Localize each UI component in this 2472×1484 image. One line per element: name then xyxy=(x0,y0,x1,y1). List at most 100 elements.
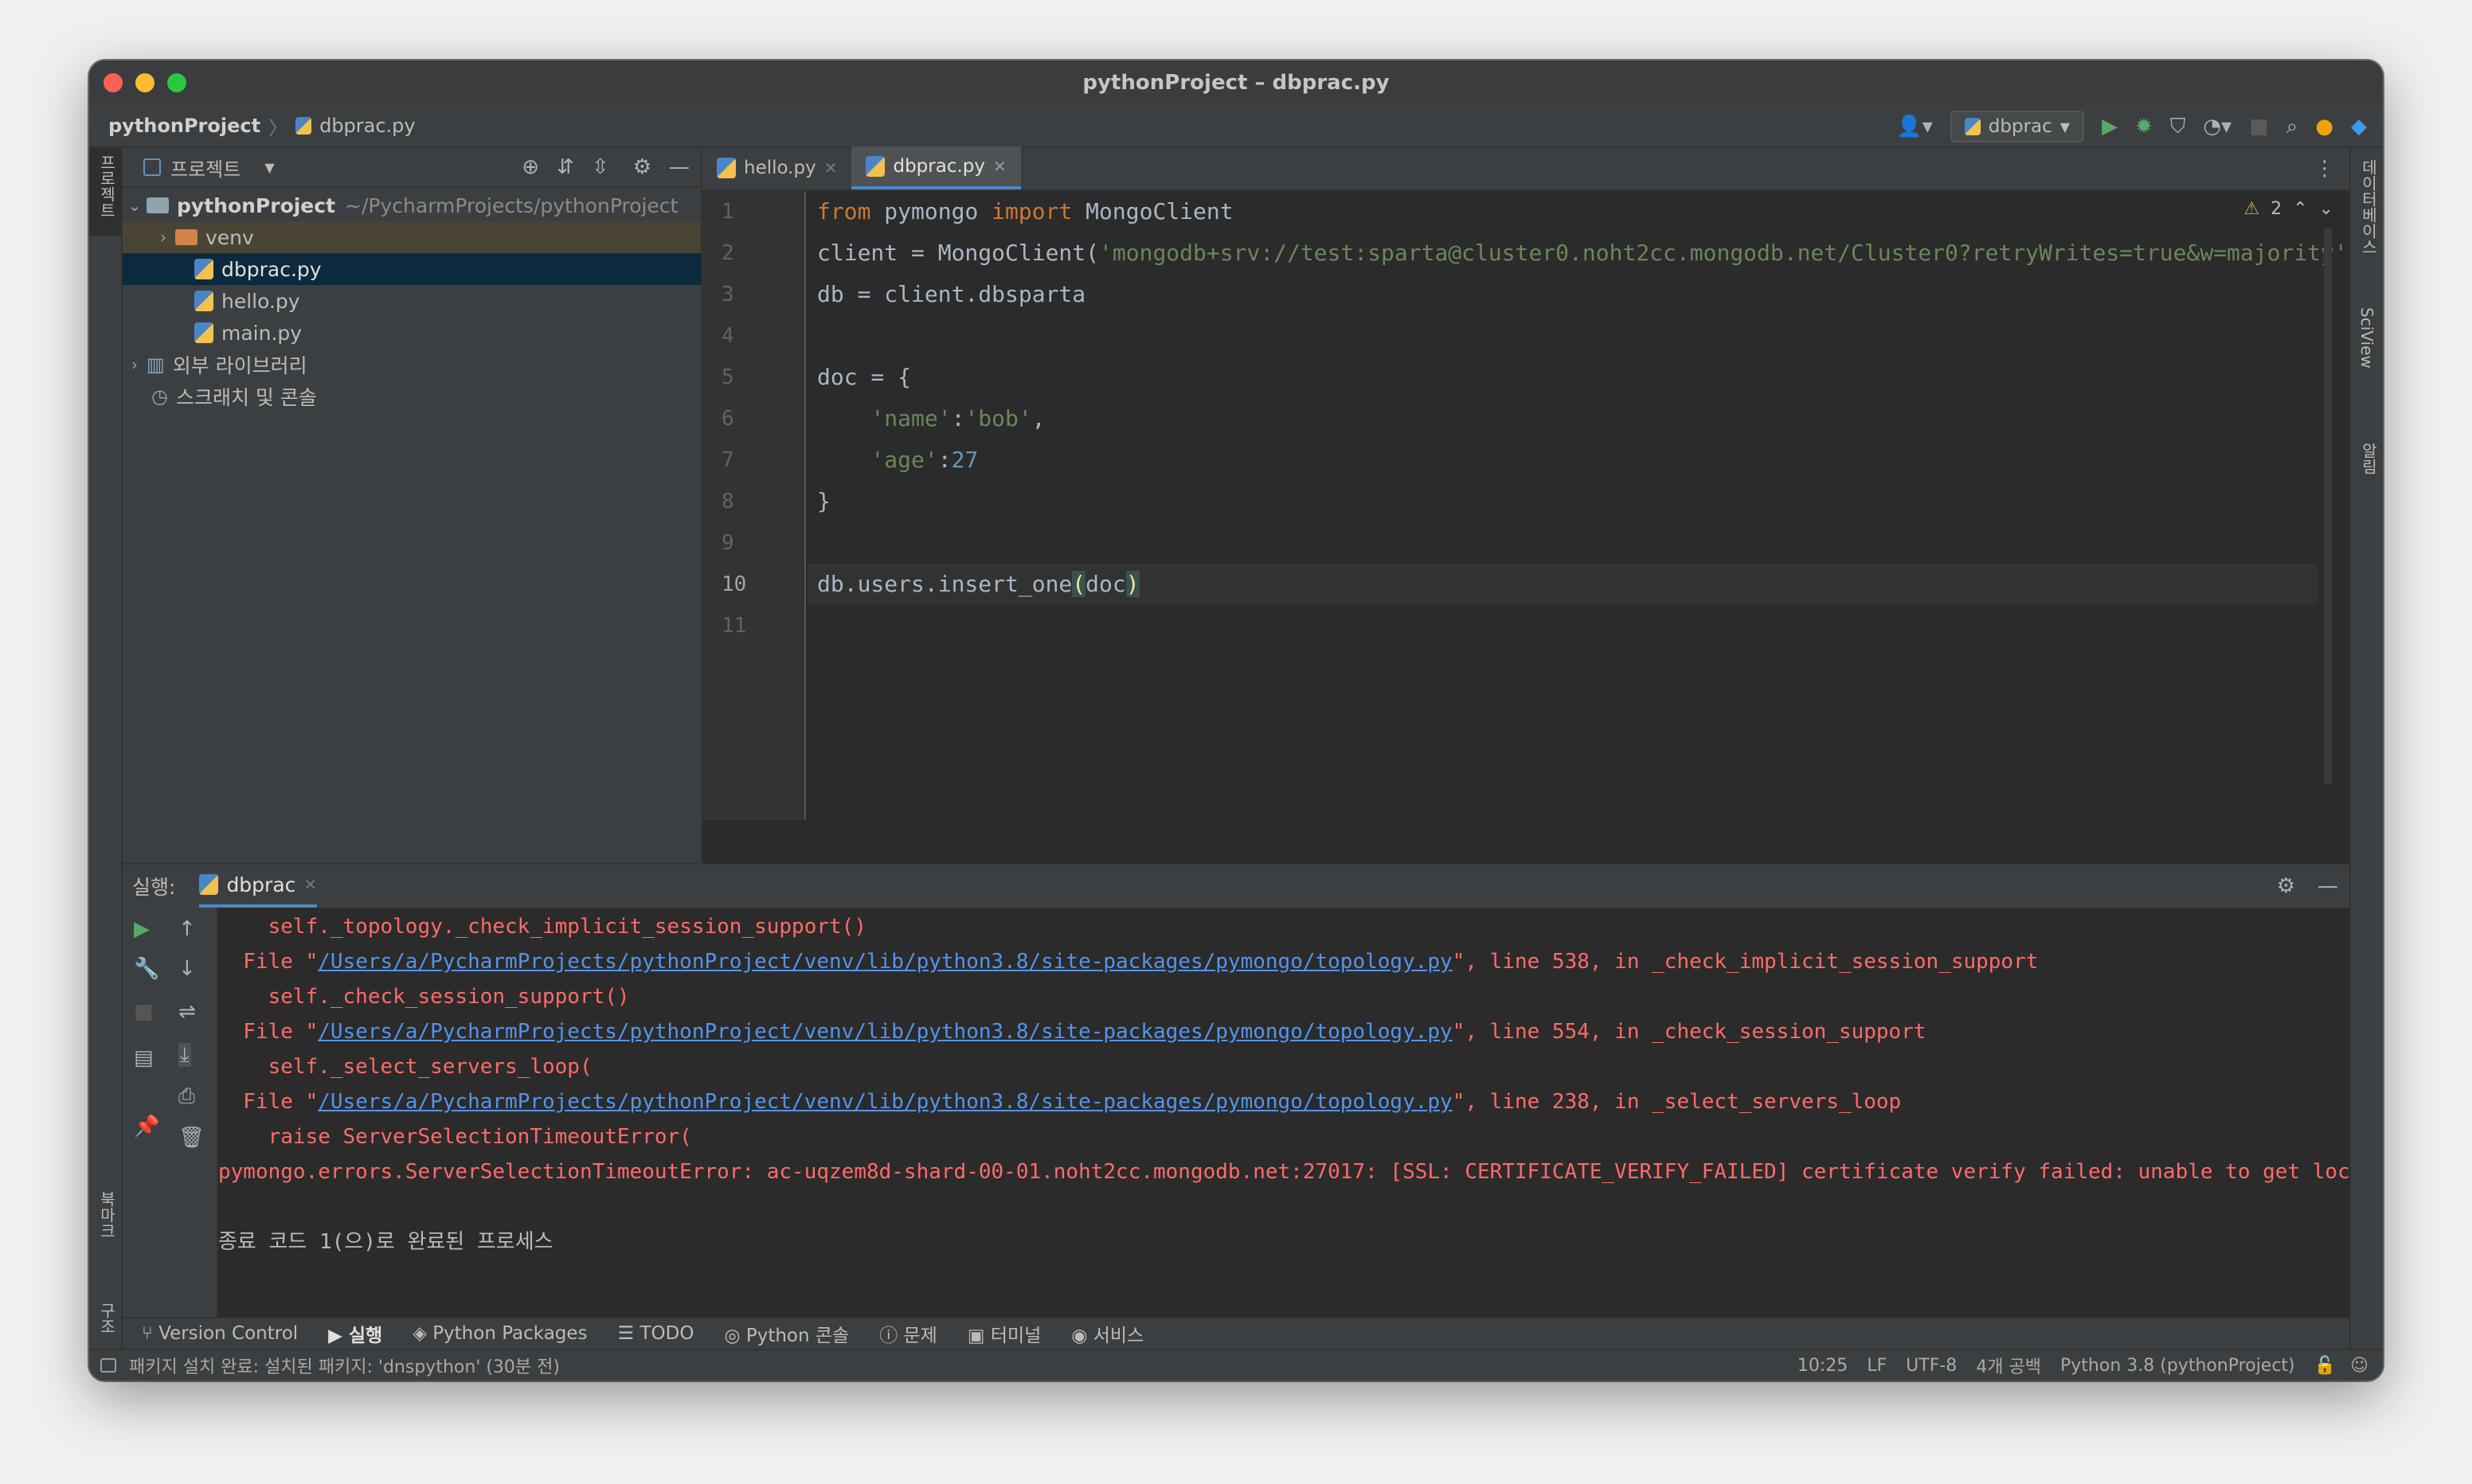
inspection-profile-icon[interactable]: ☺ xyxy=(2350,1356,2368,1376)
indent-setting[interactable]: 4개 공백 xyxy=(1976,1353,2041,1378)
string-token: 'age' xyxy=(870,447,938,473)
more-options-icon[interactable]: ⋮ xyxy=(2314,158,2335,179)
gear-icon[interactable]: ⚙ xyxy=(2277,876,2295,896)
profile-icon[interactable]: ◔▾ xyxy=(2203,116,2231,137)
debug-icon[interactable]: ✹ xyxy=(2135,116,2153,137)
tab-hello[interactable]: hello.py ✕ xyxy=(702,146,851,189)
expand-all-icon[interactable]: ⇵ xyxy=(557,157,574,178)
run-configuration-select[interactable]: dbprac ▼ xyxy=(1950,111,2085,143)
close-icon[interactable]: ✕ xyxy=(824,158,838,178)
hide-panel-icon[interactable]: — xyxy=(2318,876,2338,896)
tree-item-scratches[interactable]: ◷ 스크래치 및 콘솔 xyxy=(123,381,701,412)
file-link[interactable]: /Users/a/PycharmProjects/pythonProject/v… xyxy=(318,1020,1452,1044)
tree-item-main[interactable]: main.py xyxy=(123,317,701,349)
chevron-right-icon[interactable]: › xyxy=(151,228,175,247)
tab-label: 실행 xyxy=(348,1326,383,1346)
tab-run[interactable]: ▶ 실행 xyxy=(328,1320,382,1347)
tree-item-venv[interactable]: › venv xyxy=(123,221,701,253)
tab-label: 서비스 xyxy=(1093,1326,1144,1346)
console-line: 종료 코드 1(으)로 완료된 프로세스 xyxy=(218,1224,2349,1259)
chevron-right-icon[interactable]: › xyxy=(123,355,147,374)
caret-position[interactable]: 10:25 xyxy=(1797,1356,1848,1376)
chevron-down-icon[interactable]: ⌄ xyxy=(2319,199,2333,219)
pin-icon[interactable]: 📌 xyxy=(134,1116,159,1137)
chevron-up-icon[interactable]: ⌃ xyxy=(2293,199,2307,219)
line-number: 4 xyxy=(722,324,734,348)
print-icon[interactable]: ⎙ xyxy=(178,1086,195,1107)
editor-scrollbar[interactable] xyxy=(2324,228,2332,785)
rerun-icon[interactable]: ▶ xyxy=(134,919,150,939)
minimize-window-button[interactable] xyxy=(135,73,154,92)
search-icon[interactable]: ⌕ xyxy=(2286,116,2298,137)
hide-panel-icon[interactable]: — xyxy=(669,157,690,178)
tab-dbprac[interactable]: dbprac.py ✕ xyxy=(851,146,1021,189)
breadcrumb-project[interactable]: pythonProject xyxy=(108,115,260,137)
inspection-widget[interactable]: ⚠ 2 ⌃ ⌄ xyxy=(2243,199,2333,219)
collapse-all-icon[interactable]: ⇳ xyxy=(592,157,609,178)
tab-python-packages[interactable]: ◈ Python Packages xyxy=(413,1323,587,1344)
sciview-tool-label[interactable]: SciView xyxy=(2357,307,2376,369)
project-panel-title[interactable]: 프로젝트 xyxy=(170,154,241,182)
stop-icon[interactable]: ■ xyxy=(2249,116,2269,137)
jetbrains-logo-icon[interactable]: ◆ xyxy=(2351,116,2367,137)
bookmarks-tool-label[interactable]: 북마크 xyxy=(96,1191,119,1239)
file-encoding[interactable]: UTF-8 xyxy=(1906,1356,1957,1376)
stop-icon[interactable]: ■ xyxy=(134,1002,154,1022)
layout-icon[interactable]: ▤ xyxy=(134,1048,154,1068)
locate-file-icon[interactable]: ⊕ xyxy=(522,157,539,178)
file-link[interactable]: /Users/a/PycharmProjects/pythonProject/v… xyxy=(318,950,1452,974)
zoom-window-button[interactable] xyxy=(167,73,186,92)
tab-python-console[interactable]: ◎ Python 콘솔 xyxy=(724,1320,849,1347)
code-editor: hello.py ✕ dbprac.py ✕ ⋮ 1 2 3 4 5 6 7 8… xyxy=(702,146,2349,863)
lock-icon[interactable]: 🔓 xyxy=(2314,1356,2336,1376)
console-output[interactable]: self._topology._check_implicit_session_s… xyxy=(218,908,2349,1318)
identifier-token: doc = { xyxy=(817,364,912,390)
structure-tool-label[interactable]: 구조 xyxy=(96,1302,119,1334)
status-message[interactable]: 패키지 설치 완료: 설치된 패키지: 'dnspython' (30분 전) xyxy=(129,1353,560,1378)
update-icon[interactable]: ● xyxy=(2315,116,2333,137)
trash-icon[interactable]: 🗑 xyxy=(178,1127,205,1148)
arrow-down-icon[interactable]: ↓ xyxy=(178,959,196,979)
tab-label: hello.py xyxy=(744,158,816,178)
user-account-icon[interactable]: 👤▾ xyxy=(1896,116,1932,137)
tab-services[interactable]: ◉ 서비스 xyxy=(1071,1320,1144,1347)
chevron-down-icon[interactable]: ▼ xyxy=(264,160,274,175)
tree-root[interactable]: ⌄ pythonProject ~/PycharmProjects/python… xyxy=(123,189,701,221)
interpreter-selector[interactable]: Python 3.8 (pythonProject) xyxy=(2060,1356,2295,1376)
notifications-tool-label[interactable]: 알림 xyxy=(2357,443,2380,474)
coverage-icon[interactable]: ⛉ xyxy=(2170,116,2186,137)
colon-token: : xyxy=(937,447,952,473)
line-number: 1 xyxy=(722,200,734,224)
tab-todo[interactable]: ☰ TODO xyxy=(618,1323,694,1344)
line-separator[interactable]: LF xyxy=(1867,1356,1887,1376)
close-icon[interactable]: ✕ xyxy=(303,875,317,894)
chevron-down-icon[interactable]: ⌄ xyxy=(123,196,147,215)
project-tool-button[interactable]: 프로젝트 xyxy=(89,148,121,236)
gear-icon[interactable]: ⚙ xyxy=(633,157,651,178)
close-window-button[interactable] xyxy=(104,73,123,92)
tree-item-dbprac[interactable]: dbprac.py xyxy=(123,253,701,285)
tab-version-control[interactable]: ⑂ Version Control xyxy=(142,1323,298,1344)
database-tool-label[interactable]: 데이터베이스 xyxy=(2357,159,2380,255)
run-tab-dbprac[interactable]: dbprac ✕ xyxy=(199,865,318,908)
identifier-token: doc xyxy=(1085,571,1126,597)
file-link[interactable]: /Users/a/PycharmProjects/pythonProject/v… xyxy=(318,1090,1452,1114)
run-icon[interactable]: ▶ xyxy=(2102,116,2118,137)
tab-label: Python 콘솔 xyxy=(745,1326,850,1346)
arrow-up-icon[interactable]: ↑ xyxy=(178,919,196,939)
toggle-panels-icon[interactable] xyxy=(100,1358,116,1373)
breadcrumb-file[interactable]: dbprac.py xyxy=(319,115,416,137)
tree-item-hello[interactable]: hello.py xyxy=(123,285,701,317)
line-number: 2 xyxy=(722,241,734,265)
tree-item-external-libraries[interactable]: › ▥ 외부 라이브러리 xyxy=(123,349,701,381)
navigation-bar: pythonProject 〉 dbprac.py 👤▾ dbprac ▼ ▶ … xyxy=(89,105,2383,148)
soft-wrap-icon[interactable]: ⇌ xyxy=(178,1002,196,1022)
code-area[interactable]: from pymongo import MongoClient client =… xyxy=(808,191,2348,820)
python-icon: ◎ xyxy=(724,1326,746,1346)
tab-terminal[interactable]: ▣ 터미널 xyxy=(968,1320,1042,1347)
scroll-to-end-icon[interactable]: ⤓ xyxy=(178,1043,191,1067)
tab-problems[interactable]: ⓘ 문제 xyxy=(879,1320,937,1347)
wrench-icon[interactable]: 🔧 xyxy=(134,959,159,979)
close-icon[interactable]: ✕ xyxy=(993,157,1007,176)
